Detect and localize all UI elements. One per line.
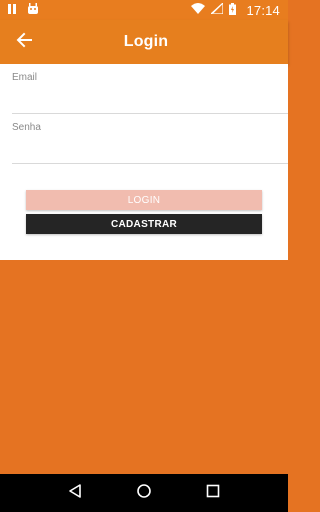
password-label: Senha (12, 122, 41, 133)
nav-back-icon (68, 483, 82, 503)
app-bar: Login (0, 20, 288, 64)
status-indicators: 17:14 (191, 1, 280, 18)
status-notifications (8, 3, 39, 17)
back-button[interactable] (12, 30, 36, 54)
password-field: Senha (12, 122, 288, 164)
register-button[interactable]: CADASTRAR (26, 214, 262, 234)
system-nav-bar (0, 474, 288, 512)
login-button[interactable]: LOGIN (26, 190, 262, 210)
password-underline (12, 163, 288, 164)
nav-recents-icon (206, 484, 220, 503)
page-title: Login (123, 33, 169, 50)
nav-home-icon (136, 483, 152, 504)
status-bar: 17:14 (0, 0, 288, 20)
wifi-icon (191, 3, 206, 17)
android-notification-icon (27, 3, 39, 17)
signal-icon (209, 1, 225, 17)
pause-notification-icon (8, 3, 17, 17)
nav-home-button[interactable] (132, 481, 156, 505)
status-time: 17:14 (246, 2, 280, 18)
email-underline (12, 113, 288, 114)
back-arrow-icon (16, 32, 32, 53)
nav-recents-button[interactable] (201, 481, 225, 505)
email-input[interactable] (12, 83, 288, 101)
background-area (0, 260, 288, 474)
email-label: Email (12, 72, 38, 83)
login-form: Email Senha LOGIN CADASTRAR (0, 64, 288, 260)
nav-back-button[interactable] (63, 481, 87, 505)
battery-icon (229, 2, 237, 18)
password-input[interactable] (12, 133, 288, 151)
email-field: Email (12, 72, 288, 114)
